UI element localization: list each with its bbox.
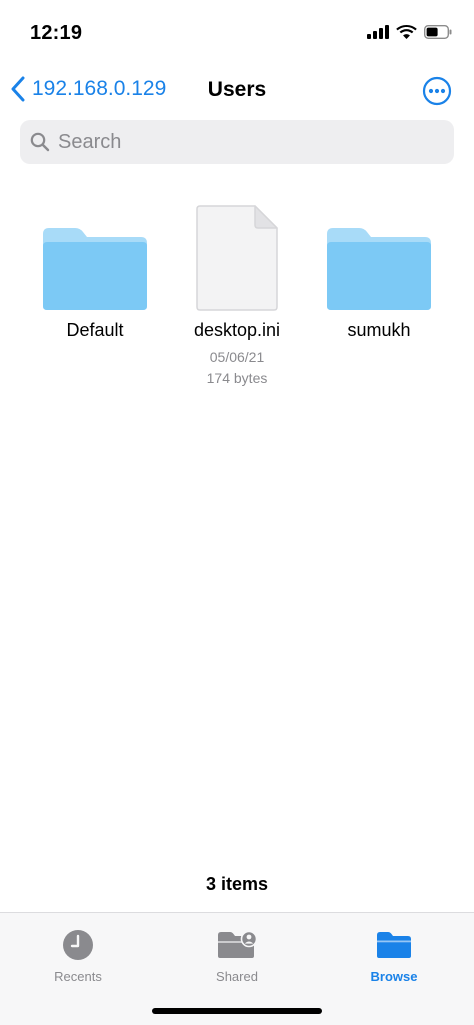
- item-size: 174 bytes: [206, 370, 268, 386]
- cellular-signal-icon: [367, 24, 389, 39]
- status-bar: 12:19: [0, 0, 474, 66]
- folder-icon: [327, 228, 431, 310]
- items-count: 3 items: [205, 874, 269, 894]
- folder-item-default[interactable]: Default: [20, 196, 170, 341]
- shared-folder-icon: [218, 930, 257, 958]
- folder-icon: [43, 228, 147, 310]
- item-date: 05/06/21: [209, 349, 265, 365]
- status-icons: [367, 24, 452, 39]
- back-button[interactable]: 192.168.0.129: [10, 76, 166, 102]
- status-time: 12:19: [30, 22, 83, 44]
- more-options-icon[interactable]: [422, 76, 452, 106]
- home-indicator: [152, 1008, 322, 1014]
- tab-recents[interactable]: Recents: [18, 927, 138, 984]
- tab-label: Recents: [54, 969, 102, 984]
- tab-shared[interactable]: Shared: [177, 927, 297, 984]
- search-bar[interactable]: [20, 120, 454, 164]
- clock-icon: [63, 930, 93, 960]
- search-icon: [30, 132, 50, 152]
- tab-label: Browse: [370, 969, 418, 984]
- tab-label: Shared: [216, 969, 258, 984]
- nav-bar: 192.168.0.129 Users: [0, 66, 474, 118]
- search-input[interactable]: [58, 130, 438, 154]
- chevron-left-icon: [11, 76, 25, 102]
- wifi-icon: [396, 25, 417, 39]
- folder-icon: [377, 932, 411, 958]
- battery-icon: [424, 24, 452, 39]
- back-label: 192.168.0.129: [32, 77, 167, 100]
- file-item-desktop-ini[interactable]: desktop.ini 05/06/21 174 bytes: [162, 196, 312, 386]
- folder-item-sumukh[interactable]: sumukh: [304, 196, 454, 341]
- tab-browse[interactable]: Browse: [334, 927, 454, 984]
- document-icon: [196, 205, 278, 311]
- item-name: Default: [66, 320, 124, 340]
- item-name: desktop.ini: [193, 320, 281, 340]
- item-name: sumukh: [347, 320, 411, 340]
